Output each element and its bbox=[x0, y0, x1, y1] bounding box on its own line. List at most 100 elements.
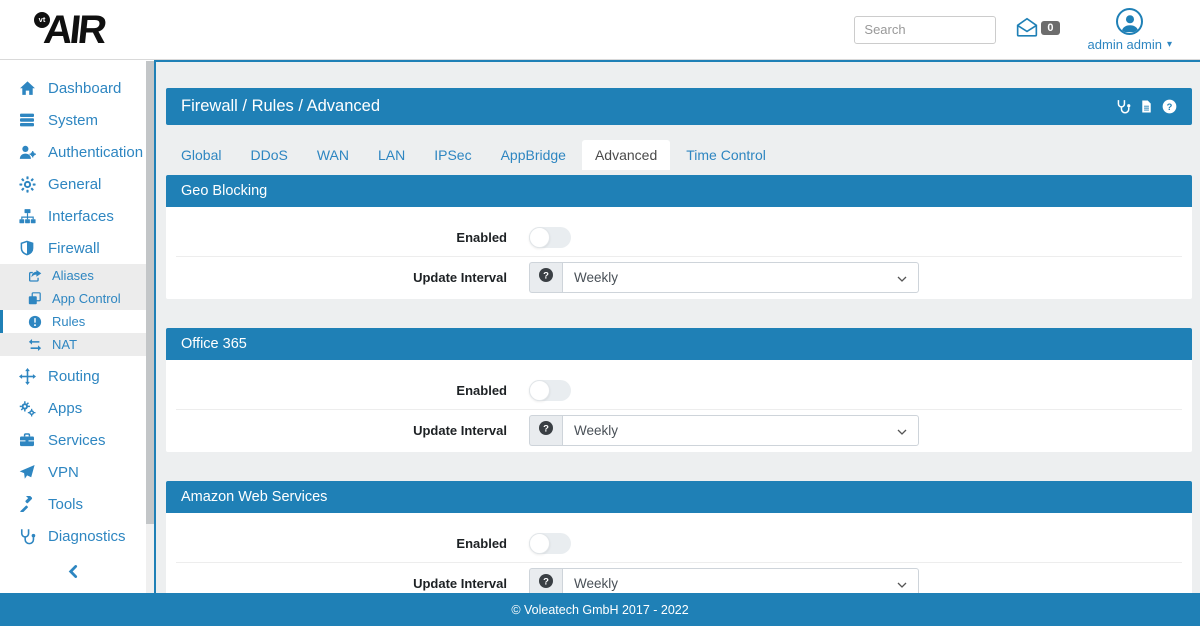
geo-blocking-update-interval-select[interactable]: Weekly bbox=[562, 262, 919, 293]
search-input[interactable] bbox=[854, 16, 996, 44]
row-divider bbox=[176, 409, 1182, 410]
scrollbar-thumb[interactable] bbox=[146, 61, 154, 524]
row-divider bbox=[176, 562, 1182, 563]
tab-ipsec[interactable]: IPSec bbox=[421, 140, 484, 170]
sidebar-item-firewall[interactable]: Firewall bbox=[0, 232, 146, 264]
office-365-enabled-toggle[interactable] bbox=[529, 380, 571, 401]
log-file-icon[interactable] bbox=[1140, 99, 1153, 114]
enabled-label: Enabled bbox=[166, 230, 507, 245]
help-question-circle-icon[interactable]: ? bbox=[1162, 99, 1177, 114]
shield-icon bbox=[17, 240, 37, 256]
sidebar-item-apps[interactable]: Apps bbox=[0, 392, 146, 424]
diagnostics-stethoscope-icon[interactable] bbox=[1116, 99, 1131, 114]
row-divider bbox=[176, 256, 1182, 257]
enabled-label: Enabled bbox=[166, 536, 507, 551]
select-value: Weekly bbox=[574, 270, 618, 285]
chevron-down-icon bbox=[897, 423, 907, 438]
panel-header: Office 365 bbox=[166, 328, 1192, 360]
user-menu[interactable]: admin admin ▾ bbox=[1088, 8, 1172, 52]
sidebar-item-label: System bbox=[48, 112, 98, 129]
geo-blocking-panel: Geo Blocking Enabled Update Interval bbox=[166, 175, 1192, 299]
sidebar-item-authentication[interactable]: Authentication bbox=[0, 136, 146, 168]
sidebar-item-interfaces[interactable]: Interfaces bbox=[0, 200, 146, 232]
chevron-down-icon bbox=[897, 576, 907, 591]
sidebar-item-app-control[interactable]: App Control bbox=[0, 287, 146, 310]
sidebar-item-rules[interactable]: Rules bbox=[0, 310, 146, 333]
logo-text: AIR bbox=[42, 11, 106, 49]
tab-wan[interactable]: WAN bbox=[304, 140, 362, 170]
gavel-icon bbox=[17, 496, 37, 512]
user-gear-icon bbox=[17, 144, 37, 161]
svg-text:?: ? bbox=[543, 270, 549, 281]
update-interval-label: Update Interval bbox=[166, 270, 507, 285]
sidebar-item-label: Rules bbox=[52, 314, 85, 329]
office-365-panel: Office 365 Enabled Update Interval bbox=[166, 328, 1192, 452]
sidebar-item-aliases[interactable]: Aliases bbox=[0, 264, 146, 287]
envelope-open-icon bbox=[1016, 17, 1038, 42]
move-arrows-icon bbox=[17, 368, 37, 385]
firewall-submenu: Aliases App Control Rules bbox=[0, 264, 146, 356]
server-icon bbox=[17, 112, 37, 128]
main-content: Firewall / Rules / Advanced ? Global DDo… bbox=[154, 60, 1200, 626]
sidebar-collapse-button[interactable] bbox=[0, 564, 146, 584]
sidebar-item-label: General bbox=[48, 176, 101, 193]
update-interval-label: Update Interval bbox=[166, 423, 507, 438]
sitemap-icon bbox=[17, 208, 37, 225]
page-title-bar: Firewall / Rules / Advanced ? bbox=[166, 88, 1192, 125]
chevron-left-icon bbox=[66, 564, 81, 584]
chevron-down-icon: ▾ bbox=[1167, 39, 1172, 50]
tab-ddos[interactable]: DDoS bbox=[237, 140, 300, 170]
office-365-update-interval-select[interactable]: Weekly bbox=[562, 415, 919, 446]
select-value: Weekly bbox=[574, 423, 618, 438]
sidebar-item-label: Firewall bbox=[48, 240, 100, 257]
sidebar-item-label: Routing bbox=[48, 368, 100, 385]
sidebar-item-label: Interfaces bbox=[48, 208, 114, 225]
sidebar-item-label: Apps bbox=[48, 400, 82, 417]
sidebar-item-label: Diagnostics bbox=[48, 528, 126, 545]
clone-icon bbox=[26, 292, 43, 305]
question-circle-icon: ? bbox=[538, 420, 554, 441]
sidebar-item-dashboard[interactable]: Dashboard bbox=[0, 72, 146, 104]
sidebar-item-label: Aliases bbox=[52, 268, 94, 283]
vtair-logo[interactable]: vt AIR bbox=[30, 11, 104, 49]
sidebar-item-vpn[interactable]: VPN bbox=[0, 456, 146, 488]
breadcrumb: Firewall / Rules / Advanced bbox=[181, 97, 380, 116]
chevron-down-icon bbox=[897, 270, 907, 285]
gear-icon bbox=[17, 176, 37, 193]
aws-enabled-toggle[interactable] bbox=[529, 533, 571, 554]
sidebar-item-label: Services bbox=[48, 432, 106, 449]
home-icon bbox=[17, 80, 37, 97]
user-avatar-icon bbox=[1116, 8, 1143, 35]
briefcase-icon bbox=[17, 432, 37, 448]
sidebar-item-label: Dashboard bbox=[48, 80, 121, 97]
sidebar-item-routing[interactable]: Routing bbox=[0, 360, 146, 392]
enabled-label: Enabled bbox=[166, 383, 507, 398]
sidebar-item-system[interactable]: System bbox=[0, 104, 146, 136]
tab-appbridge[interactable]: AppBridge bbox=[488, 140, 579, 170]
sidebar-item-tools[interactable]: Tools bbox=[0, 488, 146, 520]
top-header: vt AIR 0 admin admin ▾ bbox=[0, 0, 1200, 60]
sidebar-item-label: NAT bbox=[52, 337, 77, 352]
svg-text:?: ? bbox=[543, 576, 549, 587]
footer: © Voleatech GmbH 2017 - 2022 bbox=[0, 593, 1200, 626]
tab-time-control[interactable]: Time Control bbox=[673, 140, 779, 170]
user-name-label: admin admin bbox=[1088, 37, 1162, 52]
cogs-icon bbox=[17, 400, 37, 417]
notifications-button[interactable]: 0 bbox=[1016, 17, 1059, 42]
sidebar-item-services[interactable]: Services bbox=[0, 424, 146, 456]
exchange-icon bbox=[26, 338, 43, 352]
sidebar-scrollbar[interactable] bbox=[146, 61, 154, 626]
sidebar-item-general[interactable]: General bbox=[0, 168, 146, 200]
logo-vt-badge: vt bbox=[34, 12, 50, 28]
panel-title: Geo Blocking bbox=[181, 183, 267, 199]
paper-plane-icon bbox=[17, 464, 37, 480]
geo-blocking-enabled-toggle[interactable] bbox=[529, 227, 571, 248]
sidebar-item-diagnostics[interactable]: Diagnostics bbox=[0, 520, 146, 552]
help-button[interactable]: ? bbox=[529, 262, 562, 293]
help-button[interactable]: ? bbox=[529, 415, 562, 446]
sidebar-item-label: VPN bbox=[48, 464, 79, 481]
tab-global[interactable]: Global bbox=[168, 140, 234, 170]
tab-advanced[interactable]: Advanced bbox=[582, 140, 670, 170]
tab-lan[interactable]: LAN bbox=[365, 140, 418, 170]
sidebar-item-nat[interactable]: NAT bbox=[0, 333, 146, 356]
